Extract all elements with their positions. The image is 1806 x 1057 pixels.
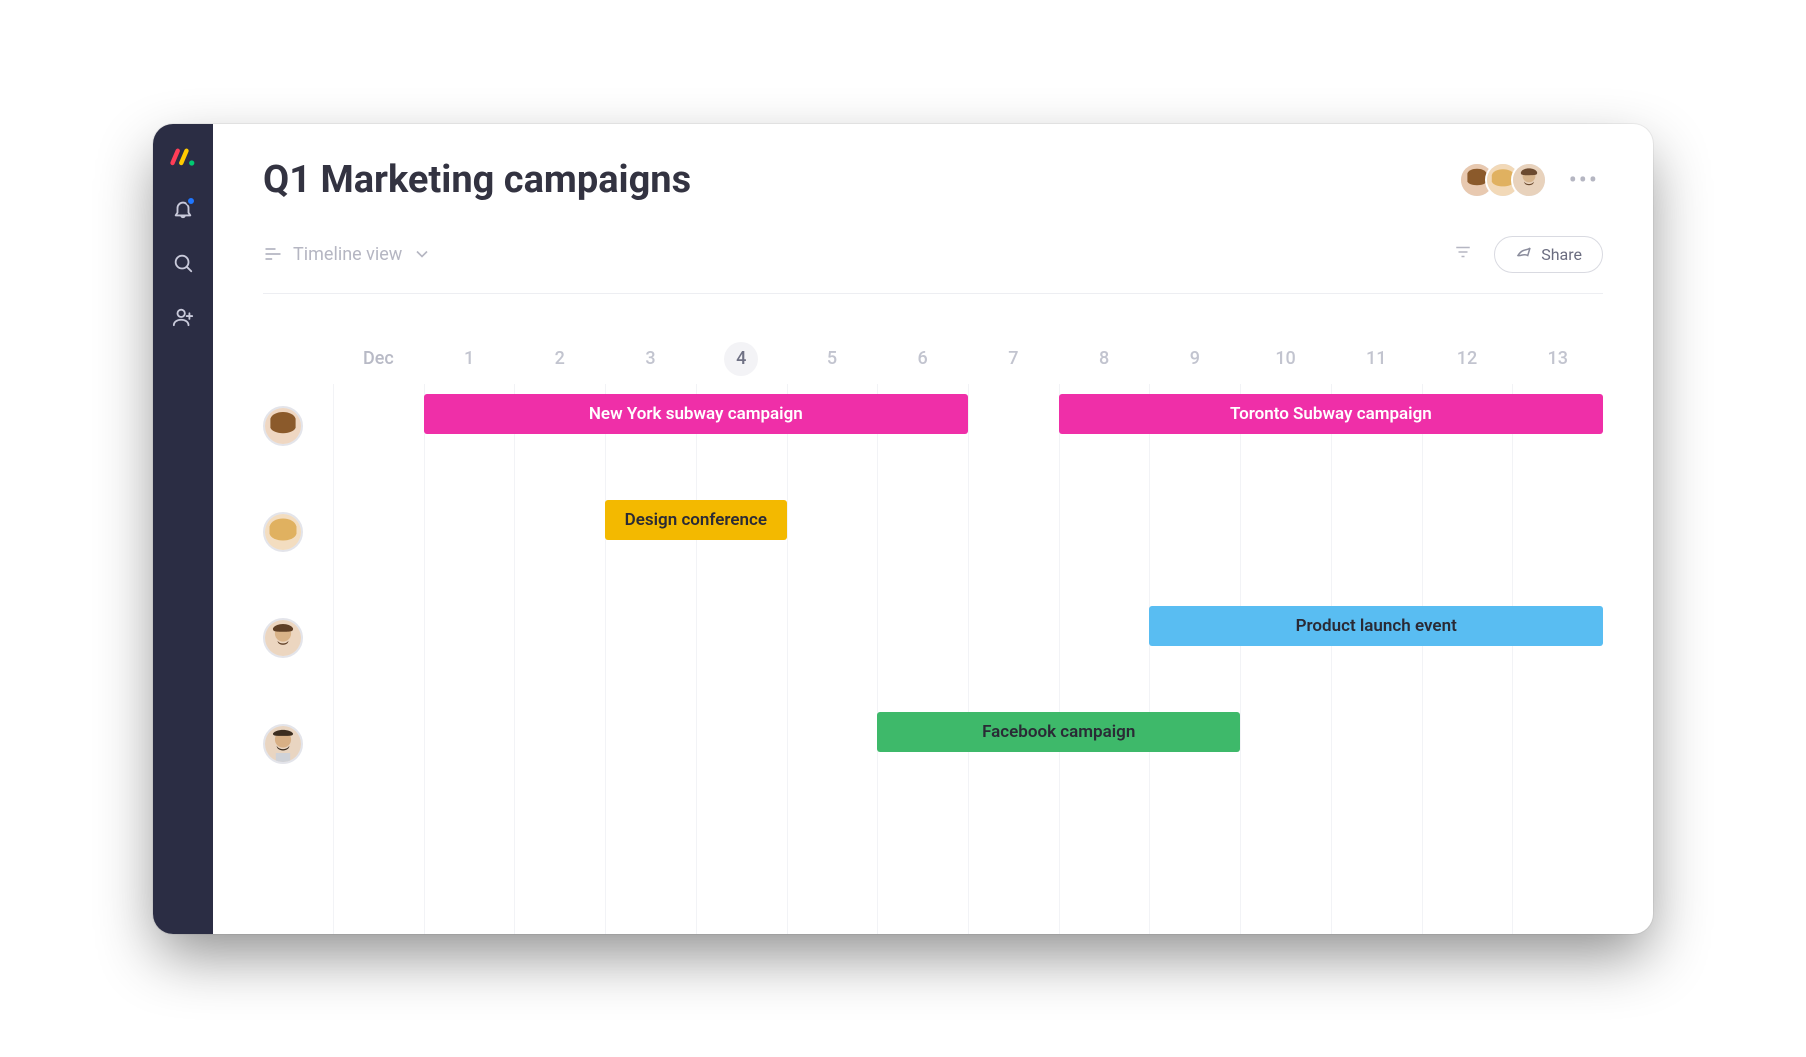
row-avatar[interactable] (263, 512, 303, 552)
day-label: 11 (1331, 348, 1422, 369)
invite-user-icon[interactable] (172, 306, 194, 332)
timeline-row: Product launch event (333, 606, 1603, 712)
day-header: Dec12345678910111213 (333, 334, 1603, 384)
share-button[interactable]: Share (1494, 236, 1603, 273)
day-label: 9 (1149, 348, 1240, 369)
timeline-row: Facebook campaign (333, 712, 1603, 818)
timeline-bar[interactable]: New York subway campaign (424, 394, 968, 434)
day-label: 10 (1240, 348, 1331, 369)
header-actions: ••• (1459, 162, 1603, 198)
app-window: Q1 Marketing campaigns ••• Timeline view (153, 124, 1653, 934)
app-logo[interactable] (169, 142, 197, 170)
day-label: 12 (1422, 348, 1513, 369)
day-label: 7 (968, 348, 1059, 369)
timeline-bar[interactable]: Toronto Subway campaign (1059, 394, 1603, 434)
timeline-icon (263, 244, 283, 264)
search-icon[interactable] (172, 252, 194, 278)
chevron-down-icon (412, 244, 432, 264)
day-label: 8 (1059, 348, 1150, 369)
avatar[interactable] (1511, 162, 1547, 198)
view-switcher[interactable]: Timeline view (263, 244, 432, 265)
row-avatar[interactable] (263, 724, 303, 764)
day-label: 3 (605, 348, 696, 369)
notification-dot (186, 196, 196, 206)
day-label: 4 (696, 342, 787, 376)
toolbar: Timeline view Share (263, 236, 1603, 294)
day-label: 2 (514, 348, 605, 369)
row-avatars (263, 334, 333, 934)
timeline-rows: New York subway campaign Toronto Subway c… (333, 394, 1603, 818)
share-label: Share (1541, 245, 1582, 264)
timeline-grid[interactable]: Dec12345678910111213 New York subway cam… (333, 334, 1603, 934)
timeline-row: New York subway campaign Toronto Subway c… (333, 394, 1603, 500)
header: Q1 Marketing campaigns ••• (263, 158, 1603, 202)
notifications-icon[interactable] (172, 198, 194, 224)
timeline-bar[interactable]: Design conference (605, 500, 786, 540)
timeline-bar[interactable]: Product launch event (1149, 606, 1603, 646)
collaborator-avatars[interactable] (1459, 162, 1547, 198)
row-avatar[interactable] (263, 406, 303, 446)
filter-icon[interactable] (1454, 243, 1472, 265)
timeline-row: Design conference (333, 500, 1603, 606)
more-menu-icon[interactable]: ••• (1565, 166, 1603, 194)
month-label: Dec (333, 348, 424, 369)
sidebar (153, 124, 213, 934)
day-label: 6 (877, 348, 968, 369)
row-avatar[interactable] (263, 618, 303, 658)
day-label: 5 (787, 348, 878, 369)
day-label: 13 (1512, 348, 1603, 369)
timeline-bar[interactable]: Facebook campaign (877, 712, 1240, 752)
day-label: 1 (424, 348, 515, 369)
timeline: Dec12345678910111213 New York subway cam… (263, 334, 1603, 934)
view-label: Timeline view (293, 244, 402, 265)
share-icon (1515, 245, 1533, 263)
main-content: Q1 Marketing campaigns ••• Timeline view (213, 124, 1653, 934)
page-title: Q1 Marketing campaigns (263, 158, 691, 202)
